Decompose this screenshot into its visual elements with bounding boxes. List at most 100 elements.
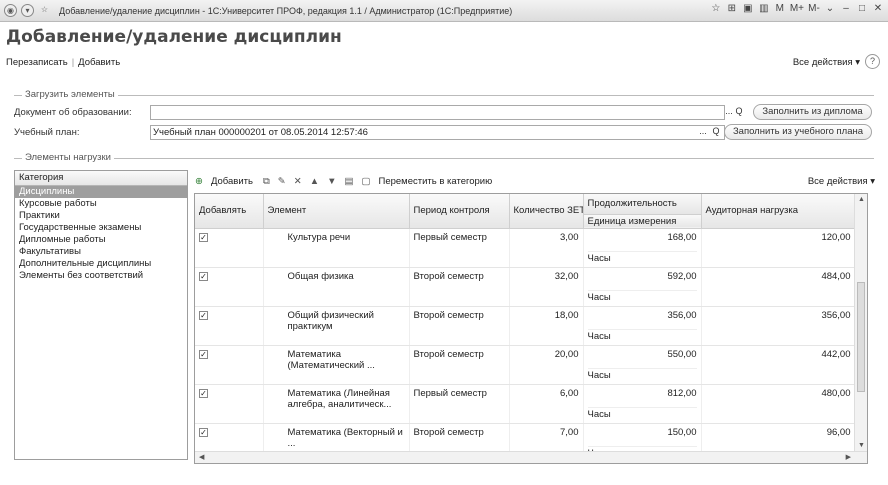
table-row[interactable]: ✓ Математика (Линейная алгебра, аналитиче… [195, 384, 856, 424]
aud-cell[interactable]: 120,00 [701, 228, 856, 268]
rewrite-button[interactable]: Перезаписать [6, 57, 68, 68]
col-header-period[interactable]: Период контроля [409, 194, 510, 229]
fill-from-diploma-button[interactable]: Заполнить из диплома [753, 104, 872, 120]
close-button[interactable]: ✕ [872, 3, 884, 14]
aud-cell[interactable]: 484,00 [701, 267, 856, 307]
add-cell[interactable]: ✓ [195, 267, 264, 307]
add-checkbox[interactable]: ✓ [199, 271, 208, 281]
zet-cell[interactable]: 32,00 [509, 267, 584, 307]
move-up-icon[interactable]: ▲ [310, 176, 319, 187]
move-down-icon[interactable]: ▼ [327, 176, 336, 187]
copy-icon[interactable]: ⧉ [263, 176, 270, 187]
category-item-unmatched[interactable]: Элементы без соответствий [15, 270, 187, 282]
minimize-button[interactable]: – [840, 3, 852, 14]
study-plan-field[interactable]: Учебный план 000000201 от 08.05.2014 12:… [150, 125, 725, 140]
copy-icon[interactable]: ▣ [742, 3, 754, 14]
history-icon[interactable]: ⊞ [726, 3, 738, 14]
scroll-thumb[interactable] [857, 282, 865, 392]
period-cell[interactable]: Второй семестр [409, 345, 510, 385]
element-cell[interactable]: Общий физический практикум [263, 306, 410, 346]
education-document-field[interactable] [150, 105, 725, 120]
help-icon[interactable]: ? [865, 54, 880, 69]
grid-add-button[interactable]: Добавить [211, 176, 253, 187]
scroll-right-icon[interactable]: ▶ [846, 453, 851, 461]
col-header-unit[interactable]: Единица измерения [583, 214, 702, 229]
add-checkbox[interactable]: ✓ [199, 232, 208, 242]
scroll-up-icon[interactable]: ▲ [858, 196, 865, 203]
horizontal-scrollbar[interactable]: ◀ ▶ [195, 451, 867, 463]
add-cell[interactable]: ✓ [195, 345, 264, 385]
maximize-button[interactable]: □ [856, 3, 868, 14]
add-circle-icon[interactable]: ⊕ [195, 176, 203, 187]
add-checkbox[interactable]: ✓ [199, 388, 208, 398]
grid-all-actions-menu[interactable]: Все действия ▾ [808, 176, 875, 187]
favorite-icon[interactable]: ☆ [710, 3, 722, 14]
zet-cell[interactable]: 20,00 [509, 345, 584, 385]
col-header-aud[interactable]: Аудиторная нагрузка [701, 194, 856, 229]
choose-dots-button[interactable]: ... [696, 125, 710, 140]
element-cell[interactable]: Культура речи [263, 228, 410, 268]
vertical-scrollbar[interactable]: ▲ ▼ [854, 194, 867, 463]
zet-cell[interactable]: 3,00 [509, 228, 584, 268]
duration-cell[interactable]: 812,00 Часы [583, 384, 702, 424]
period-cell[interactable]: Первый семестр [409, 228, 510, 268]
memory-mplus-button[interactable]: M+ [790, 3, 804, 14]
add-checkbox[interactable]: ✓ [199, 349, 208, 359]
col-header-element[interactable]: Элемент [263, 194, 410, 229]
table-row[interactable]: ✓ Математика (Математический ... Второй се… [195, 345, 856, 385]
duration-cell[interactable]: 168,00 Часы [583, 228, 702, 268]
period-cell[interactable]: Второй семестр [409, 306, 510, 346]
add-cell[interactable]: ✓ [195, 384, 264, 424]
memory-mminus-button[interactable]: M- [808, 3, 820, 14]
period-cell[interactable]: Первый семестр [409, 384, 510, 424]
scroll-down-icon[interactable]: ▼ [858, 442, 865, 449]
calendar-icon[interactable]: ▥ [758, 3, 770, 14]
category-item-diploma[interactable]: Дипломные работы [15, 234, 187, 246]
edit-icon[interactable]: ✎ [278, 176, 286, 187]
search-icon[interactable]: Q [734, 105, 744, 120]
fill-icon[interactable]: ▤ [345, 176, 354, 187]
add-checkbox[interactable]: ✓ [199, 310, 208, 320]
category-item-disciplines[interactable]: Дисциплины [15, 186, 187, 198]
element-cell[interactable]: Математика (Математический ... [263, 345, 410, 385]
aud-cell[interactable]: 356,00 [701, 306, 856, 346]
category-item-additional[interactable]: Дополнительные дисциплины [15, 258, 187, 270]
zet-cell[interactable]: 6,00 [509, 384, 584, 424]
chevron-down-icon[interactable]: ⌄ [824, 3, 836, 14]
add-cell[interactable]: ✓ [195, 306, 264, 346]
scroll-left-icon[interactable]: ◀ [199, 453, 204, 461]
app-icon[interactable]: ◉ [4, 4, 17, 17]
col-header-duration[interactable]: Продолжительность [583, 194, 702, 215]
duration-cell[interactable]: 550,00 Часы [583, 345, 702, 385]
aud-cell[interactable]: 442,00 [701, 345, 856, 385]
col-header-add[interactable]: Добавлять [195, 194, 264, 229]
element-cell[interactable]: Математика (Линейная алгебра, аналитичес… [263, 384, 410, 424]
fill-from-plan-button[interactable]: Заполнить из учебного плана [724, 124, 872, 140]
duration-cell[interactable]: 592,00 Часы [583, 267, 702, 307]
aud-cell[interactable]: 480,00 [701, 384, 856, 424]
duration-cell[interactable]: 356,00 Часы [583, 306, 702, 346]
add-button[interactable]: Добавить [78, 57, 120, 68]
element-cell[interactable]: Общая физика [263, 267, 410, 307]
delete-icon[interactable]: ✕ [294, 176, 302, 187]
clear-icon[interactable]: ▢ [362, 176, 371, 187]
add-cell[interactable]: ✓ [195, 228, 264, 268]
col-header-zet[interactable]: Количество ЗЕТ [509, 194, 584, 229]
table-row[interactable]: ✓ Культура речи Первый семестр 3,00 168,00 Ча… [195, 228, 856, 268]
move-to-category-button[interactable]: Переместить в категорию [378, 176, 492, 187]
category-item-electives[interactable]: Факультативы [15, 246, 187, 258]
category-item-practice[interactable]: Практики [15, 210, 187, 222]
favorite-star-icon[interactable]: ☆ [38, 4, 51, 17]
menu-icon[interactable]: ▾ [21, 4, 34, 17]
zet-cell[interactable]: 18,00 [509, 306, 584, 346]
category-item-state-exams[interactable]: Государственные экзамены [15, 222, 187, 234]
memory-m-button[interactable]: M [774, 3, 786, 14]
search-icon[interactable]: Q [710, 125, 722, 140]
choose-dots-button[interactable]: ... [724, 105, 734, 120]
table-row[interactable]: ✓ Общая физика Второй семестр 32,00 592,00 Ча… [195, 267, 856, 307]
all-actions-menu[interactable]: Все действия ▾ [793, 57, 860, 68]
table-row[interactable]: ✓ Общий физический практикум Второй семест… [195, 306, 856, 346]
add-checkbox[interactable]: ✓ [199, 427, 208, 437]
category-item-coursework[interactable]: Курсовые работы [15, 198, 187, 210]
period-cell[interactable]: Второй семестр [409, 267, 510, 307]
